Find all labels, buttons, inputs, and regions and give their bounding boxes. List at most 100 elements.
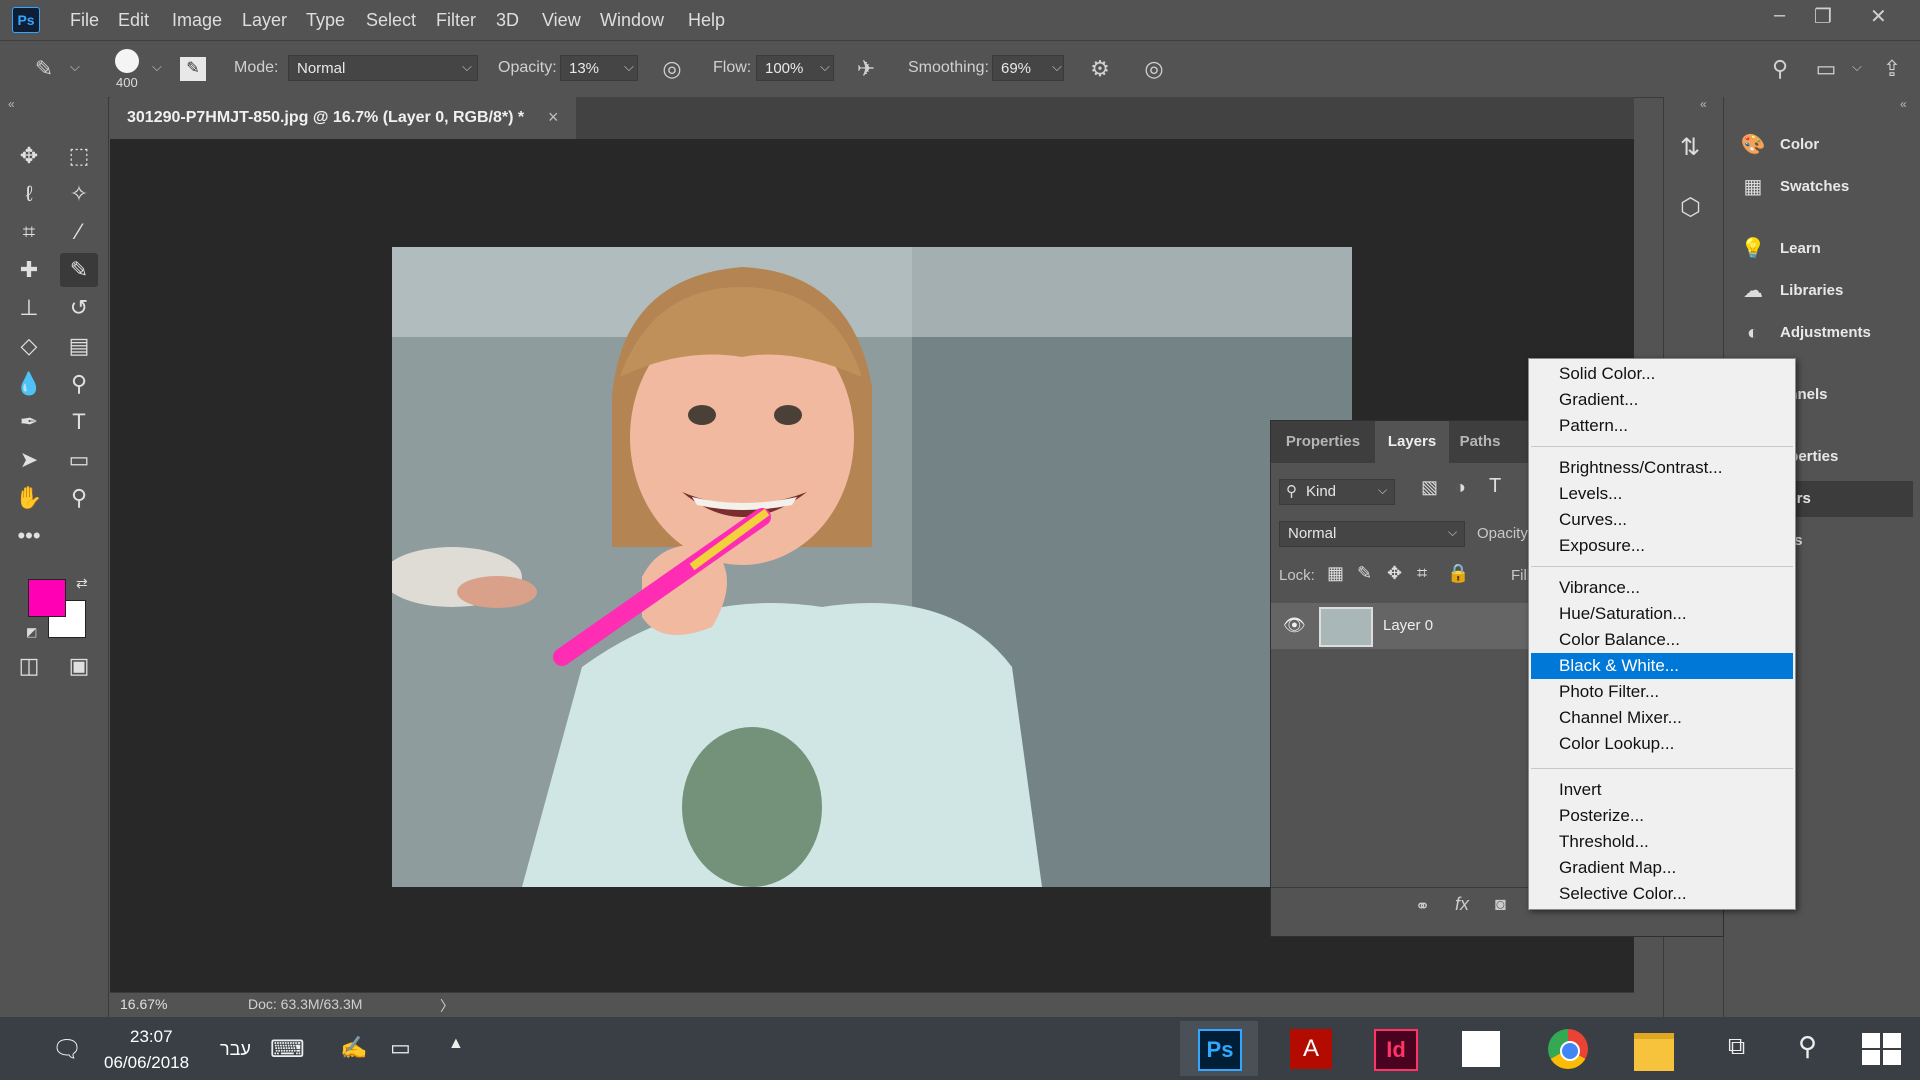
document-tab[interactable]: 301290-P7HMJT-850.jpg @ 16.7% (Layer 0, … — [110, 97, 576, 139]
pen-tool-icon[interactable]: ✒ — [10, 405, 48, 439]
chevron-down-icon[interactable]: ⌵ — [820, 59, 830, 75]
menu-3d[interactable]: 3D — [496, 10, 519, 31]
type-filter-icon[interactable]: T — [1489, 475, 1501, 498]
brush-tool-icon[interactable]: ✎ — [60, 253, 98, 287]
menu-item-hue-saturation[interactable]: Hue/Saturation... — [1531, 601, 1793, 627]
stamp-tool-icon[interactable]: ⊥ — [10, 291, 48, 325]
3d-cube-icon[interactable]: ⬡ — [1680, 193, 1701, 222]
path-select-icon[interactable]: ➤ — [10, 443, 48, 477]
menu-item-threshold[interactable]: Threshold... — [1531, 829, 1793, 855]
screen-mode-icon[interactable]: ▣ — [60, 649, 98, 683]
mask-icon[interactable]: ◙ — [1495, 894, 1506, 915]
mode-select[interactable]: Normal — [288, 55, 478, 81]
menu-image[interactable]: Image — [172, 10, 222, 31]
chevron-down-icon[interactable]: ⌵ — [70, 59, 80, 75]
brush-settings-icon[interactable]: ✎ — [180, 57, 206, 81]
menu-item-selective-color[interactable]: Selective Color... — [1531, 881, 1793, 907]
chevron-down-icon[interactable]: ⌵ — [624, 59, 634, 75]
tab-paths[interactable]: Paths — [1449, 421, 1511, 463]
status-menu-arrow[interactable]: 〉 — [440, 996, 454, 1016]
more-tools-icon[interactable]: ••• — [10, 519, 48, 553]
menu-select[interactable]: Select — [366, 10, 416, 31]
pressure-size-icon[interactable]: ◎ — [1140, 55, 1168, 83]
menu-filter[interactable]: Filter — [436, 10, 476, 31]
menu-item-brightness-contrast[interactable]: Brightness/Contrast... — [1531, 455, 1793, 481]
minimize-icon[interactable]: – — [1774, 4, 1785, 27]
dock-item-swatches[interactable]: ▦ Swatches — [1738, 169, 1913, 205]
quick-select-tool-icon[interactable]: ✧ — [60, 177, 98, 211]
menu-item-pattern[interactable]: Pattern... — [1531, 413, 1793, 439]
crop-tool-icon[interactable]: ⌗ — [10, 215, 48, 249]
clock-time[interactable]: 23:07 — [130, 1027, 173, 1047]
menu-item-black-white[interactable]: Black & White... — [1531, 653, 1793, 679]
close-icon[interactable]: ✕ — [1870, 4, 1887, 29]
lock-position-icon[interactable]: ✥ — [1387, 563, 1402, 584]
rectangle-tool-icon[interactable]: ▭ — [60, 443, 98, 477]
collapse-icon[interactable]: « — [1900, 97, 1907, 111]
brush-preview-icon[interactable] — [115, 49, 139, 73]
blur-tool-icon[interactable]: 💧 — [10, 367, 48, 401]
taskbar-app-photoshop[interactable]: Ps — [1180, 1021, 1258, 1076]
menu-window[interactable]: Window — [600, 10, 664, 31]
collapse-icon[interactable]: « — [8, 97, 15, 111]
pixel-filter-icon[interactable]: ▧ — [1421, 477, 1438, 498]
eraser-tool-icon[interactable]: ◇ — [10, 329, 48, 363]
restore-icon[interactable]: ❐ — [1814, 4, 1832, 29]
menu-item-color-lookup[interactable]: Color Lookup... — [1531, 731, 1793, 757]
chevron-up-icon[interactable]: ▲ — [448, 1035, 464, 1053]
share-icon[interactable]: ⇪ — [1878, 55, 1906, 83]
pressure-opacity-icon[interactable]: ◎ — [658, 55, 686, 83]
dock-item-libraries[interactable]: ☁ Libraries — [1738, 273, 1913, 309]
lasso-tool-icon[interactable]: ℓ — [10, 177, 48, 211]
gear-icon[interactable]: ⚙ — [1086, 55, 1114, 83]
search-icon[interactable]: ⚲ — [1766, 55, 1794, 83]
history-icon[interactable]: ⇅ — [1680, 133, 1700, 162]
dock-item-color[interactable]: 🎨 Color — [1738, 127, 1913, 163]
chevron-down-icon[interactable]: ⌵ — [152, 59, 162, 75]
image-canvas[interactable] — [392, 247, 1352, 887]
language-indicator[interactable]: עבר — [220, 1039, 251, 1060]
adjustment-filter-icon[interactable]: ◑ — [1455, 477, 1466, 498]
dock-item-learn[interactable]: 💡 Learn — [1738, 231, 1913, 267]
search-icon[interactable]: ⚲ — [1798, 1031, 1817, 1062]
lock-pixels-icon[interactable]: ✎ — [1357, 563, 1372, 584]
dock-item-adjustments[interactable]: ◐ Adjustments — [1738, 315, 1913, 351]
menu-edit[interactable]: Edit — [118, 10, 149, 31]
menu-layer[interactable]: Layer — [242, 10, 287, 31]
lock-transparency-icon[interactable]: ▦ — [1327, 563, 1344, 584]
battery-icon[interactable]: ▭ — [390, 1035, 411, 1061]
menu-item-color-balance[interactable]: Color Balance... — [1531, 627, 1793, 653]
eyedropper-tool-icon[interactable]: ⁄ — [60, 215, 98, 249]
taskbar-app-explorer[interactable] — [1614, 1021, 1692, 1076]
pen-icon[interactable]: ✍ — [340, 1035, 367, 1061]
swap-colors-icon[interactable]: ⇄ — [76, 575, 88, 592]
fx-icon[interactable]: fx — [1455, 894, 1469, 915]
notification-icon[interactable]: 🗨 — [52, 1035, 82, 1064]
lock-all-icon[interactable]: 🔒 — [1447, 563, 1469, 584]
taskbar-app-chrome[interactable] — [1528, 1021, 1606, 1076]
clock-date[interactable]: 06/06/2018 — [104, 1053, 189, 1073]
menu-item-gradient[interactable]: Gradient... — [1531, 387, 1793, 413]
keyboard-icon[interactable]: ⌨ — [270, 1035, 305, 1064]
workspace-icon[interactable]: ▭ — [1812, 55, 1840, 83]
menu-item-photo-filter[interactable]: Photo Filter... — [1531, 679, 1793, 705]
tab-layers[interactable]: Layers — [1375, 421, 1449, 463]
hand-tool-icon[interactable]: ✋ — [10, 481, 48, 515]
move-tool-icon[interactable]: ✥ — [10, 139, 48, 173]
task-view-icon[interactable]: ⧉ — [1728, 1033, 1745, 1061]
taskbar-app-notes[interactable] — [1442, 1021, 1520, 1076]
eye-visibility-icon[interactable]: 👁 — [1283, 615, 1306, 636]
menu-item-exposure[interactable]: Exposure... — [1531, 533, 1793, 559]
menu-item-vibrance[interactable]: Vibrance... — [1531, 575, 1793, 601]
menu-type[interactable]: Type — [306, 10, 345, 31]
tab-properties[interactable]: Properties — [1271, 421, 1375, 463]
chevron-down-icon[interactable]: ⌵ — [1852, 59, 1862, 75]
taskbar-app-acrobat[interactable]: A — [1272, 1021, 1350, 1076]
menu-item-gradient-map[interactable]: Gradient Map... — [1531, 855, 1793, 881]
menu-file[interactable]: File — [70, 10, 99, 31]
chevron-down-icon[interactable]: ⌵ — [1052, 59, 1062, 75]
layer-name[interactable]: Layer 0 — [1383, 617, 1433, 634]
default-colors-icon[interactable]: ◩ — [26, 625, 37, 639]
dodge-tool-icon[interactable]: ⚲ — [60, 367, 98, 401]
blend-mode-select[interactable]: Normal ⌵ — [1279, 521, 1465, 547]
